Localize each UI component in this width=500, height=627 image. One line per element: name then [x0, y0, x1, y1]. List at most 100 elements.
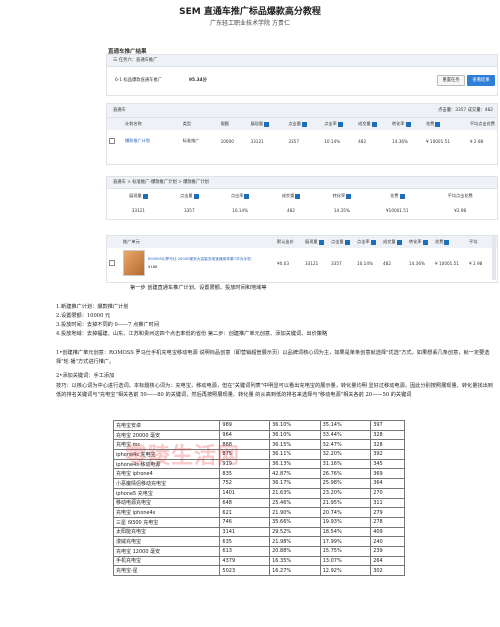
summary-header-row: 展现量 点击量 点击率 成交量 转化率 花费 平均点击花费	[113, 189, 493, 203]
col-conversions[interactable]: 成交量	[381, 236, 407, 248]
list-icon: ☰	[113, 57, 118, 63]
step-item: 4.投放地域：去掉福建、山东、江苏和贵州这四个点击率低的省份 第二步：创建推广单…	[56, 331, 328, 337]
summary-col[interactable]: 转化率	[316, 189, 367, 203]
step-item: 3.投放时间：去掉不同的 0——7 点推广时间	[56, 322, 160, 328]
keyword-cell: 19.93%	[319, 516, 372, 528]
cell: 10.14%	[324, 138, 341, 144]
view-result-button[interactable]: 查看结果	[467, 75, 495, 86]
sort-icon	[435, 121, 441, 127]
col-impressions[interactable]: 展现量	[303, 236, 329, 248]
cell: 33121	[305, 260, 319, 266]
campaign-stats: 点击量：3357 成交量：482	[438, 108, 493, 113]
row-checkbox[interactable]	[109, 260, 115, 266]
reset-task-button[interactable]: 重置任务	[437, 75, 465, 86]
select-icon	[399, 193, 405, 199]
summary-table: 展现量 点击量 点击率 成交量 转化率 花费 平均点击花费 33121 3357…	[113, 189, 493, 217]
keyword-cell: 36.13%	[269, 458, 321, 470]
keyword-cell: 328	[370, 439, 405, 451]
keyword-cell: 36.15%	[269, 439, 321, 451]
select-icon	[193, 193, 199, 199]
unit-table: 推广单元 默认出价 展现量 点击量 点击率 成交量 转化率 花费 平均 ROMO…	[107, 236, 497, 278]
document-title: SEM 直通车推广标品爆款高分教程	[179, 7, 321, 17]
col-conversions[interactable]: 成交量	[356, 118, 391, 130]
keyword-cell: 充电宝 12000 毫安	[112, 545, 221, 557]
campaign-table: 计划名称 类型 限额 展现量 点击量 点击率 成交量 转化率 花费 平均点击花费…	[107, 118, 497, 152]
cell: 10000	[220, 138, 234, 144]
cell: 482	[287, 207, 295, 213]
keyword-cell: 移动电源充电宝	[112, 497, 221, 509]
keyword-row: 手机充电宝 4379 16.35% 13.07% 264	[112, 555, 405, 567]
keyword-cell: 613	[219, 545, 271, 557]
col-cvr[interactable]: 转化率	[390, 118, 424, 130]
cell: 标准推广	[182, 138, 200, 143]
sort-icon	[370, 239, 376, 245]
product-thumbnail	[123, 250, 145, 276]
cell: ¥10001.51	[385, 207, 409, 213]
col-ctr[interactable]: 点击率	[322, 118, 357, 130]
summary-col[interactable]: 点击率	[215, 189, 266, 203]
paragraph-creative: 1•创建推广单元创意：ROMOSS 罗马仕手机充电宝移动电源 说明标品创意（即营…	[56, 350, 490, 365]
keyword-cell: 充电宝 iphone4s	[112, 507, 221, 518]
col-cost[interactable]: 花费	[433, 236, 467, 248]
table-row: 爆款推广计划 标准推广 10000 33121 3357 10.14% 482 …	[107, 130, 497, 152]
col-ctr[interactable]: 点击率	[355, 236, 381, 248]
cell: 482	[383, 260, 391, 266]
summary-col[interactable]: 成交量	[266, 189, 317, 203]
campaign-panel: 直通车 点击量：3357 成交量：482 计划名称 类型 限额 展现量 点击量 …	[106, 103, 498, 165]
col-cost[interactable]: 花费	[423, 118, 468, 130]
keyword-cell: 12.92%	[319, 565, 372, 576]
keyword-row: 小恶魔情侣移动充电宝 752 36.17% 25.98% 364	[112, 478, 405, 489]
keyword-cell: 25.98%	[319, 478, 372, 489]
campaign-label: 直通车	[113, 108, 126, 113]
sort-icon	[264, 121, 270, 127]
col-clicks[interactable]: 点击量	[329, 236, 355, 248]
sort-icon	[422, 239, 428, 245]
keyword-cell: 35.66%	[269, 516, 321, 528]
col-bid: 默认出价	[275, 236, 303, 248]
plan-name-link[interactable]: 爆款推广计划	[123, 130, 181, 152]
keyword-cell: 小恶魔情侣移动充电宝	[112, 478, 221, 489]
keyword-cell: 漫威充电宝	[112, 536, 221, 547]
keyword-row: 充电宝安卓 989 36.10% 35.14% 397	[112, 420, 405, 431]
keyword-cell: 18.54%	[319, 526, 372, 538]
keyword-cell: 35.14%	[319, 420, 372, 431]
keyword-row: 充电宝-星 5023 16.27% 12.92% 302	[112, 565, 405, 576]
keyword-cell: 36.11%	[269, 449, 321, 460]
summary-col[interactable]: 点击量	[164, 189, 215, 203]
sort-icon	[318, 239, 324, 245]
select-icon	[295, 193, 301, 199]
keyword-cell: 15.75%	[319, 545, 372, 557]
keyword-cell: 21.63%	[269, 487, 321, 499]
keyword-row: 漫威充电宝 635 21.98% 17.99% 240	[112, 536, 405, 547]
summary-col[interactable]: 花费	[367, 189, 427, 203]
select-icon	[346, 193, 352, 199]
keyword-row: 充电宝 iphone4 835 42.87% 26.76% 369	[112, 468, 405, 480]
product-name-link[interactable]: ROMOSS/罗马仕 20000毫安大容量充电宝通用苹果7华为手机	[148, 257, 273, 262]
col-unit: 推广单元	[121, 236, 275, 248]
keyword-cell: 1401	[219, 487, 271, 499]
task-breadcrumb: 任务六：直通车推广	[118, 58, 158, 63]
keyword-cell: 5023	[219, 565, 271, 576]
scrollbar[interactable]	[492, 236, 496, 280]
summary-col[interactable]: 展现量	[113, 189, 164, 203]
keyword-cell: 4379	[219, 555, 271, 567]
keyword-cell: 32.20%	[319, 449, 372, 460]
keyword-cell: 369	[370, 468, 405, 480]
keyword-cell: 279	[370, 507, 405, 518]
keyword-cell: 23.20%	[319, 487, 372, 499]
col-cvr[interactable]: 转化率	[407, 236, 433, 248]
col-clicks[interactable]: 点击量	[286, 118, 323, 130]
select-icon	[142, 193, 148, 199]
cell: ¥ 2.98	[469, 138, 484, 144]
keyword-cell: 25.46%	[269, 497, 321, 509]
watermark: 零陵生活网	[125, 444, 241, 469]
keyword-cell: 20.88%	[269, 545, 321, 557]
keyword-cell: 364	[370, 478, 405, 489]
col-impressions[interactable]: 展现量	[248, 118, 287, 130]
row-checkbox[interactable]	[109, 138, 115, 144]
keyword-cell: 17.99%	[319, 536, 372, 547]
keyword-cell: 21.90%	[269, 507, 321, 518]
summary-breadcrumb[interactable]: 直通车 > 标准推广-爆款推广计划 > 爆款推广计划	[113, 180, 209, 185]
cell: 14.35%	[333, 207, 350, 213]
sort-icon	[344, 239, 350, 245]
